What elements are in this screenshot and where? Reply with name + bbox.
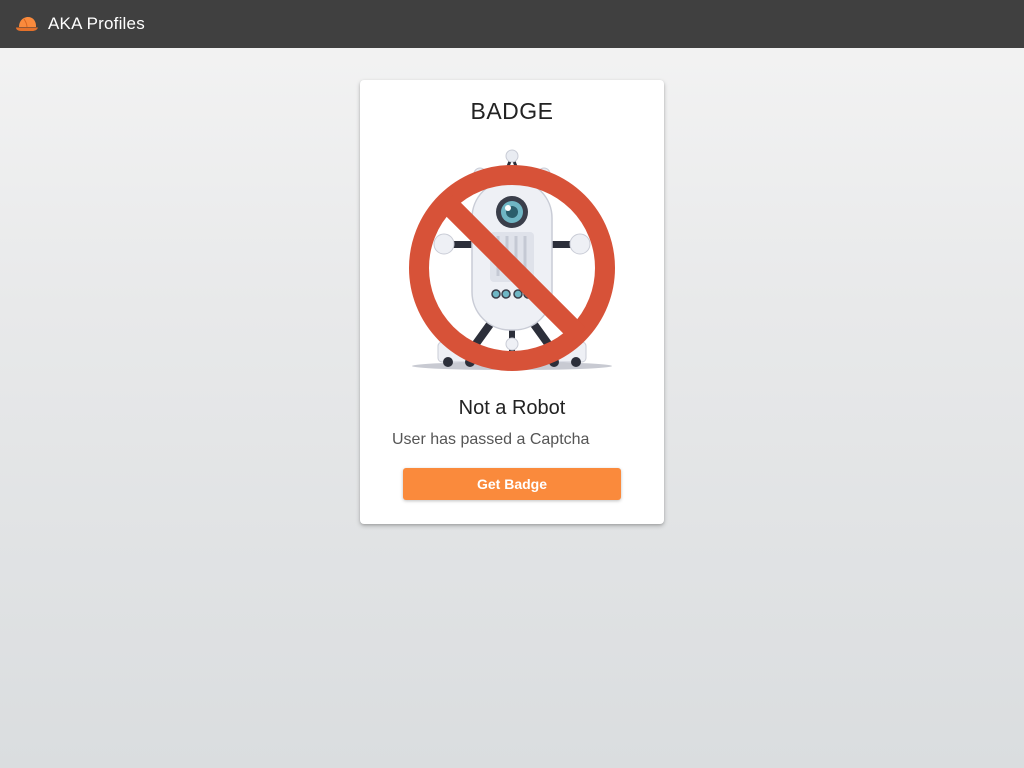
card-heading: BADGE: [470, 98, 554, 124]
badge-card: BADGE Not a Robot User has passed a Capt…: [360, 80, 664, 524]
no-robot-icon: [409, 149, 615, 371]
top-bar: AKA Profiles: [0, 0, 1024, 48]
cap-logo-icon[interactable]: [15, 14, 39, 34]
badge-name: Not a Robot: [458, 397, 566, 419]
get-badge-button[interactable]: Get Badge: [403, 468, 621, 500]
badge-description: User has passed a Captcha: [392, 431, 590, 448]
app-title[interactable]: AKA Profiles: [48, 14, 145, 34]
